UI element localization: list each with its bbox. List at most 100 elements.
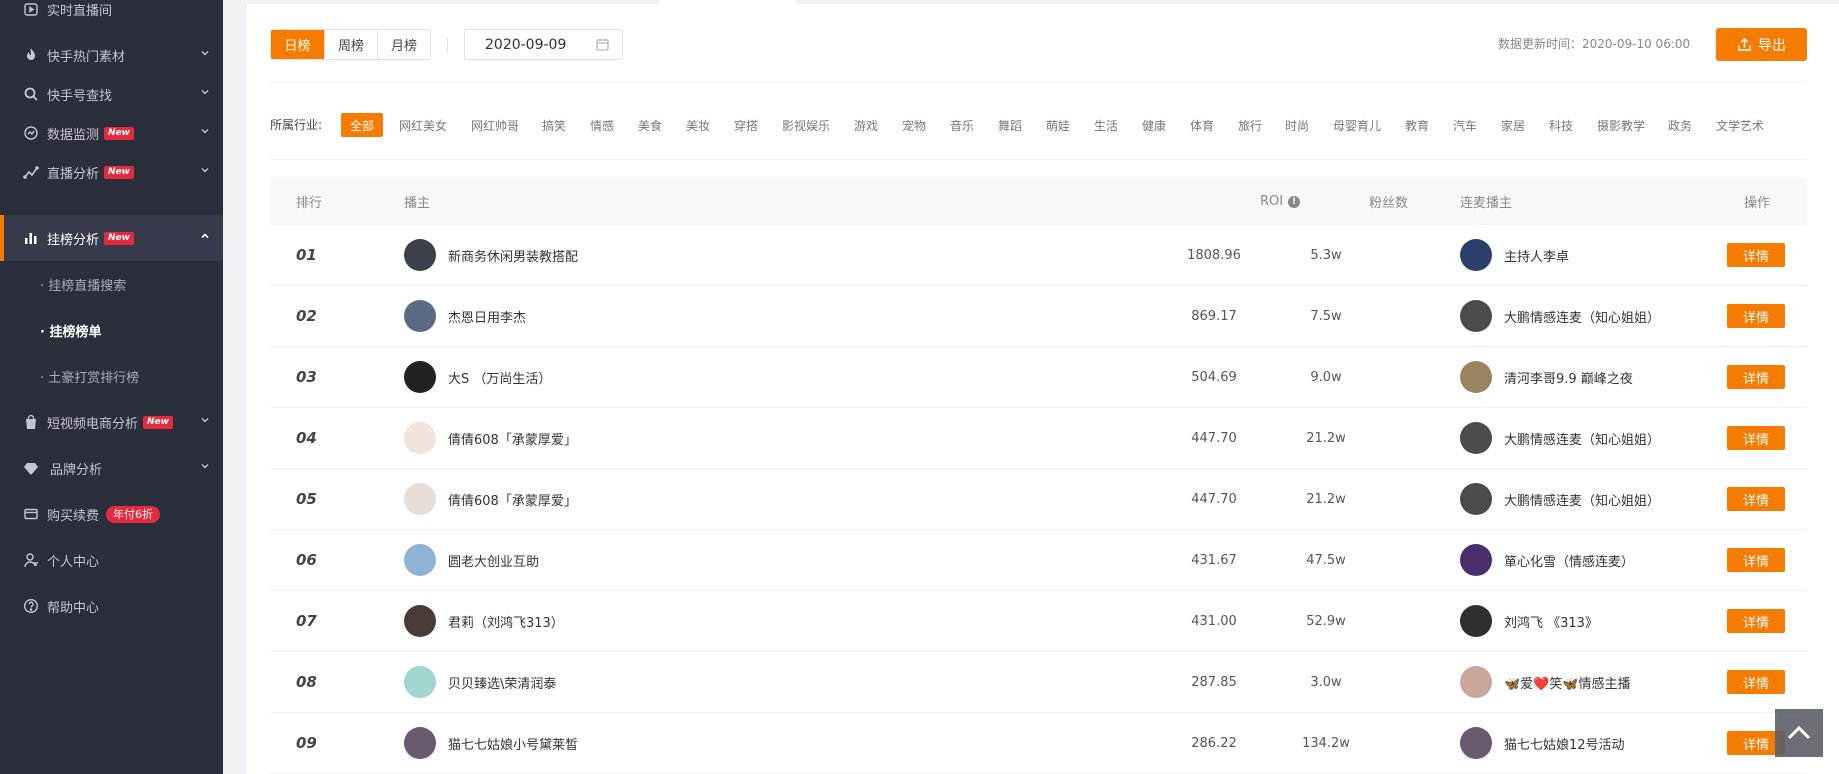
anchor-cell[interactable]: 大S （万尚生活）: [404, 347, 551, 407]
industry-item[interactable]: 母婴育儿: [1333, 113, 1381, 137]
op-cell: 详情: [1727, 408, 1785, 468]
sidebar-item-profile[interactable]: 个人中心: [0, 537, 223, 583]
industry-item[interactable]: 萌娃: [1046, 113, 1070, 137]
sidebar-subitem-tip-ranking[interactable]: · 土豪打赏排行榜: [0, 353, 223, 399]
detail-button[interactable]: 详情: [1727, 304, 1785, 328]
industry-item[interactable]: 美食: [638, 113, 662, 137]
industry-item[interactable]: 音乐: [950, 113, 974, 137]
industry-item[interactable]: 家居: [1501, 113, 1525, 137]
fans-cell: 134.2w: [1302, 735, 1350, 751]
chevron-down-icon: [201, 418, 209, 423]
industry-item[interactable]: 宠物: [902, 113, 926, 137]
lianmai-cell[interactable]: 大鹏情感连麦（知心姐姐）: [1460, 286, 1660, 346]
sidebar-item-label: 购买续费: [47, 508, 100, 524]
anchor-cell[interactable]: 倩倩608「承蒙厚爱」: [404, 469, 577, 529]
tab-monthly[interactable]: 月榜: [377, 30, 430, 59]
export-button[interactable]: 导出: [1716, 28, 1807, 61]
industry-item[interactable]: 穿搭: [734, 113, 758, 137]
industry-label: 所属行业:: [270, 118, 323, 132]
back-to-top-button[interactable]: [1775, 709, 1823, 757]
lianmai-cell[interactable]: 大鹏情感连麦（知心姐姐）: [1460, 469, 1660, 529]
tab-weekly[interactable]: 周榜: [324, 30, 377, 59]
industry-item[interactable]: 摄影教学: [1597, 113, 1645, 137]
industry-item[interactable]: 情感: [590, 113, 614, 137]
industry-item[interactable]: 文学艺术: [1716, 113, 1764, 137]
roi-cell: 431.67: [1191, 552, 1237, 568]
sidebar-item-ranking-analysis[interactable]: 挂榜分析 New: [0, 215, 223, 261]
lianmai-cell[interactable]: 箪心化雪（情感连麦）: [1460, 530, 1634, 590]
detail-button[interactable]: 详情: [1727, 548, 1785, 572]
table-row: 03 大S （万尚生活） 504.69 9.0w 清河李哥9.9 巅峰之夜 详情: [270, 347, 1807, 408]
lianmai-cell[interactable]: 刘鸿飞 《313》: [1460, 591, 1598, 651]
detail-button[interactable]: 详情: [1727, 365, 1785, 389]
sidebar-subitem-ranking-list[interactable]: · 挂榜榜单: [0, 307, 223, 353]
avatar: [1460, 361, 1492, 393]
table-header: 排行 播主 ROI ! 粉丝数 连麦播主 操作: [270, 178, 1807, 225]
lianmai-cell[interactable]: 猫七七姑娘12号活动: [1460, 713, 1625, 773]
chevron-down-icon: [201, 168, 209, 173]
anchor-name: 倩倩608「承蒙厚爱」: [448, 432, 577, 448]
sidebar-item-live-analysis[interactable]: 直播分析 New: [0, 149, 223, 195]
industry-item[interactable]: 政务: [1668, 113, 1692, 137]
sidebar-item-purchase[interactable]: 购买续费 年付6折: [0, 491, 223, 537]
sidebar-item-label: 快手热门素材: [47, 49, 126, 65]
industry-item[interactable]: 游戏: [854, 113, 878, 137]
header-fans: 粉丝数: [1369, 196, 1409, 211]
sidebar-item-live-room[interactable]: 实时直播间: [0, 0, 223, 32]
avatar: [404, 727, 436, 759]
date-picker[interactable]: 2020-09-09: [464, 29, 623, 60]
anchor-cell[interactable]: 猫七七姑娘小号黛莱皙: [404, 713, 578, 773]
bar-chart-icon: [22, 229, 40, 247]
table-row: 05 倩倩608「承蒙厚爱」 447.70 21.2w 大鹏情感连麦（知心姐姐） 详情: [270, 469, 1807, 530]
lianmai-name: 大鹏情感连麦（知心姐姐）: [1504, 310, 1661, 326]
industry-item[interactable]: 舞蹈: [998, 113, 1022, 137]
industry-item[interactable]: 旅行: [1238, 113, 1262, 137]
anchor-cell[interactable]: 君莉（刘鸿飞313）: [404, 591, 564, 651]
lianmai-cell[interactable]: 🦋爱❤️笑🦋情感主播: [1460, 652, 1631, 712]
avatar: [404, 544, 436, 576]
anchor-cell[interactable]: 圆老大创业互助: [404, 530, 539, 590]
roi-cell: 287.85: [1191, 674, 1237, 690]
anchor-cell[interactable]: 新商务休闲男装教搭配: [404, 225, 578, 285]
sidebar-item-short-video-commerce[interactable]: 短视频电商分析 New: [0, 399, 223, 445]
industry-item[interactable]: 美妆: [686, 113, 710, 137]
industry-item[interactable]: 科技: [1549, 113, 1573, 137]
industry-item[interactable]: 时尚: [1285, 113, 1309, 137]
detail-button[interactable]: 详情: [1727, 670, 1785, 694]
sidebar-item-help[interactable]: 帮助中心: [0, 583, 223, 629]
info-icon[interactable]: !: [1288, 195, 1301, 208]
industry-item[interactable]: 汽车: [1453, 113, 1477, 137]
lianmai-cell[interactable]: 主持人李卓: [1460, 225, 1569, 285]
update-time: 数据更新时间：2020-09-10 06:00: [1498, 37, 1691, 51]
new-badge: New: [104, 126, 134, 140]
anchor-cell[interactable]: 杰恩日用李杰: [404, 286, 526, 346]
rank-cell: 08: [296, 673, 317, 691]
roi-cell: 447.70: [1191, 430, 1237, 446]
lianmai-cell[interactable]: 清河李哥9.9 巅峰之夜: [1460, 347, 1633, 407]
detail-button[interactable]: 详情: [1727, 426, 1785, 450]
industry-item[interactable]: 网红帅哥: [471, 113, 519, 137]
detail-button[interactable]: 详情: [1727, 487, 1785, 511]
fans-cell: 9.0w: [1310, 369, 1342, 385]
industry-item[interactable]: 网红美女: [399, 113, 447, 137]
anchor-cell[interactable]: 贝贝臻选\荣清润泰: [404, 652, 556, 712]
industry-item[interactable]: 影视娱乐: [782, 113, 830, 137]
sidebar-item-label: 数据监测: [47, 127, 100, 143]
tab-daily[interactable]: 日榜: [271, 30, 324, 59]
lianmai-cell[interactable]: 大鹏情感连麦（知心姐姐）: [1460, 408, 1660, 468]
op-cell: 详情: [1727, 347, 1785, 407]
header-roi[interactable]: ROI !: [1260, 178, 1301, 225]
user-icon: [22, 551, 40, 569]
industry-item[interactable]: 搞笑: [542, 113, 566, 137]
industry-item[interactable]: 全部: [341, 113, 384, 137]
anchor-cell[interactable]: 倩倩608「承蒙厚爱」: [404, 408, 577, 468]
detail-button[interactable]: 详情: [1727, 609, 1785, 633]
sidebar-subitem-live-search[interactable]: · 挂榜直播搜索: [0, 261, 223, 307]
detail-button[interactable]: 详情: [1727, 243, 1785, 267]
industry-item[interactable]: 生活: [1094, 113, 1118, 137]
industry-item[interactable]: 体育: [1190, 113, 1214, 137]
avatar: [1460, 300, 1492, 332]
industry-item[interactable]: 健康: [1142, 113, 1166, 137]
industry-item[interactable]: 教育: [1405, 113, 1429, 137]
sidebar-item-brand-analysis[interactable]: 品牌分析: [0, 445, 223, 491]
